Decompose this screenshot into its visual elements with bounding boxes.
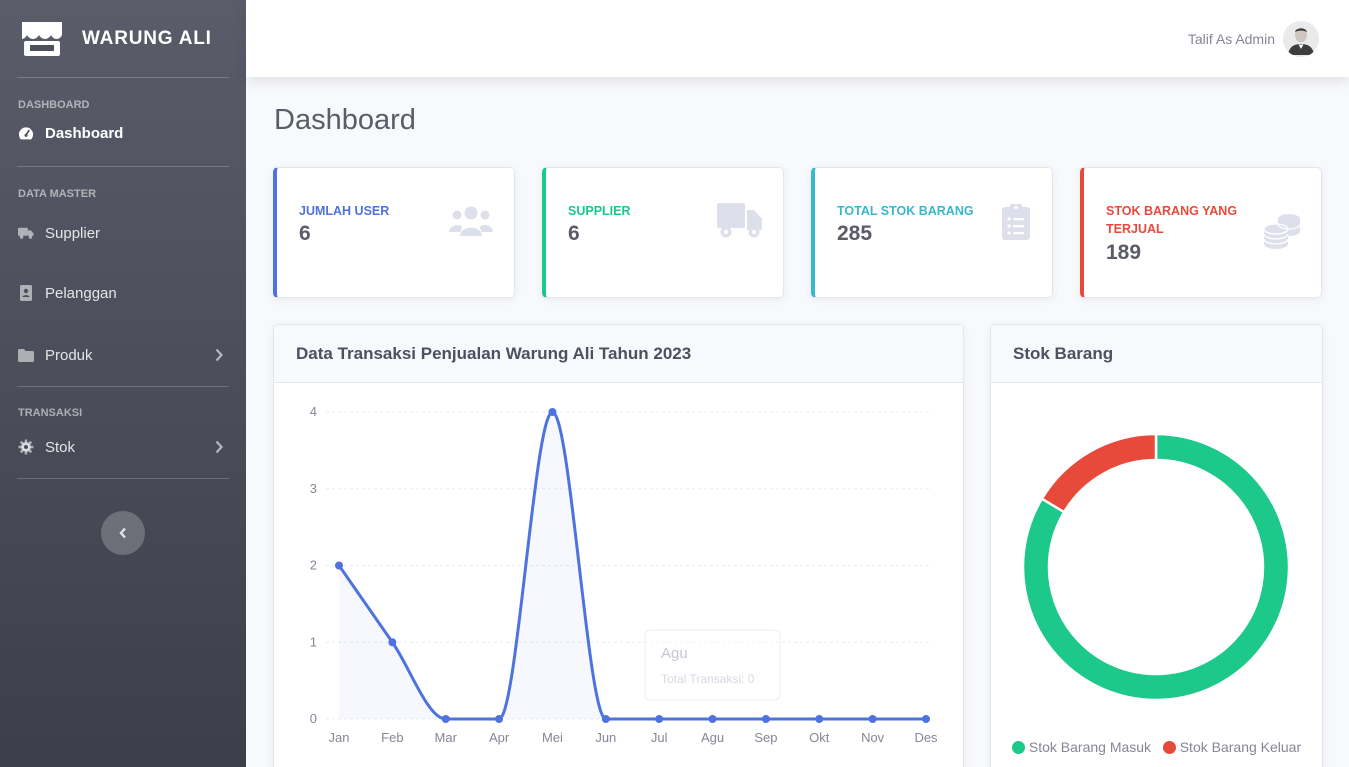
sidebar-item-produk[interactable]: Produk — [0, 324, 246, 386]
x-tick-label: Mar — [435, 730, 458, 745]
brand[interactable]: WARUNG ALI — [0, 0, 246, 77]
y-tick-label: 4 — [310, 404, 317, 419]
x-tick-label: Okt — [809, 730, 830, 745]
user-avatar-icon — [1283, 20, 1319, 57]
x-tick-label: Sep — [754, 730, 777, 745]
donut-slice[interactable] — [1040, 432, 1158, 514]
y-tick-label: 2 — [310, 558, 317, 573]
data-point[interactable] — [495, 715, 504, 723]
line-chart: 0 1 2 3 4 Jan Feb Mar Apr Mei Jun Jul Agu Sep Okt Nov D… — [310, 404, 938, 745]
sidebar-item-stok[interactable]: Stok — [0, 419, 246, 475]
stat-card-jumlah-user: JUMLAH USER 6 — [273, 167, 515, 298]
chevron-left-icon — [119, 527, 126, 539]
sidebar-item-label: Pelanggan — [45, 284, 117, 302]
data-point[interactable] — [335, 561, 343, 570]
folder-icon — [18, 347, 34, 363]
data-point[interactable] — [868, 715, 877, 723]
sidebar-item-label: Produk — [45, 346, 93, 364]
sidebar-item-dashboard[interactable]: Dashboard — [0, 111, 246, 155]
data-point[interactable] — [601, 715, 610, 723]
donut-chart — [1021, 432, 1291, 702]
chevron-right-icon — [215, 440, 223, 454]
data-point[interactable] — [922, 715, 930, 723]
chart-tooltip: Agu Total Transaksi: 0 — [644, 629, 781, 701]
sidebar-item-label: Dashboard — [45, 124, 124, 142]
users-icon — [449, 206, 493, 236]
stat-value: 6 — [299, 222, 311, 245]
topbar: Talif As Admin — [246, 0, 1349, 77]
clipboard-list-icon — [1002, 204, 1030, 240]
sales-chart-card: Data Transaksi Penjualan Warung Ali Tahu… — [273, 324, 964, 767]
legend-item-masuk[interactable]: Stok Barang Masuk — [1011, 739, 1152, 755]
x-tick-label: Nov — [861, 730, 885, 745]
y-tick-label: 0 — [310, 711, 317, 726]
data-point[interactable] — [708, 715, 717, 723]
store-icon — [22, 21, 62, 56]
stat-value: 189 — [1106, 241, 1142, 264]
stock-chart-title: Stok Barang — [991, 325, 1322, 383]
sidebar-divider — [17, 386, 229, 387]
sidebar-item-label: Supplier — [45, 224, 101, 242]
sidebar-divider — [17, 166, 229, 167]
x-tick-label: Des — [914, 730, 938, 745]
stat-card-supplier: SUPPLIER 6 — [542, 167, 784, 298]
sidebar-divider — [17, 77, 229, 78]
stat-label: SUPPLIER — [568, 204, 631, 218]
x-tick-label: Jun — [595, 730, 616, 745]
x-tick-label: Agu — [701, 730, 724, 745]
stock-chart-card: Stok Barang Stok Barang Masuk Stok Baran… — [990, 324, 1323, 767]
stat-label: TOTAL STOK BARANG — [837, 204, 974, 218]
data-point[interactable] — [441, 715, 450, 723]
sidebar: WARUNG ALI DASHBOARD Dashboard DATA MAST… — [0, 0, 246, 767]
stat-card-stok-terjual: STOK BARANG YANG TERJUAL 189 — [1080, 167, 1322, 298]
sidebar-item-pelanggan[interactable]: Pelanggan — [0, 262, 246, 324]
tooltip-title: Agu — [661, 645, 688, 662]
sidebar-item-label: Stok — [45, 438, 76, 456]
legend-label: Stok Barang Masuk — [1028, 739, 1152, 755]
brand-name: WARUNG ALI — [82, 27, 212, 49]
stat-label: JUMLAH USER — [299, 204, 390, 218]
heading-data-master: DATA MASTER — [18, 188, 97, 200]
legend-label: Stok Barang Keluar — [1179, 739, 1302, 755]
tachometer-icon — [18, 125, 34, 141]
x-tick-label: Mei — [542, 730, 563, 745]
x-tick-label: Jul — [651, 730, 668, 745]
stat-value: 6 — [568, 222, 580, 245]
heading-dashboard: DASHBOARD — [18, 99, 90, 111]
heading-transaksi: TRANSAKSI — [18, 407, 83, 419]
y-tick-label: 3 — [310, 481, 317, 496]
data-point[interactable] — [655, 715, 664, 723]
user-name[interactable]: Talif As Admin — [1188, 31, 1275, 47]
stat-label: STOK BARANG YANG TERJUAL — [1106, 204, 1238, 236]
x-tick-label: Jan — [329, 730, 350, 745]
sales-chart-title: Data Transaksi Penjualan Warung Ali Tahu… — [274, 325, 963, 383]
chevron-right-icon — [215, 348, 223, 362]
coins-icon — [1263, 214, 1301, 249]
stat-card-total-stok: TOTAL STOK BARANG 285 — [811, 167, 1053, 298]
y-tick-label: 1 — [310, 634, 317, 649]
gear-icon — [18, 439, 34, 455]
donut-legend: Stok Barang Masuk Stok Barang Keluar — [991, 737, 1322, 757]
address-book-icon — [18, 285, 34, 301]
sidebar-divider — [17, 478, 229, 479]
x-tick-label: Apr — [489, 730, 510, 745]
stat-value: 285 — [837, 222, 873, 245]
truck-icon — [717, 203, 762, 238]
avatar[interactable] — [1283, 20, 1319, 57]
tooltip-body: Total Transaksi: 0 — [661, 672, 755, 686]
legend-color — [1011, 741, 1025, 754]
truck-icon — [18, 225, 34, 241]
x-tick-label: Feb — [381, 730, 403, 745]
legend-item-keluar[interactable]: Stok Barang Keluar — [1162, 739, 1302, 755]
sidebar-item-supplier[interactable]: Supplier — [0, 204, 246, 262]
legend-color — [1162, 741, 1176, 754]
sidebar-toggle-button[interactable] — [101, 511, 145, 555]
data-point[interactable] — [815, 715, 824, 723]
data-point[interactable] — [388, 638, 397, 647]
data-point[interactable] — [548, 408, 557, 416]
data-point[interactable] — [761, 715, 770, 723]
page-title: Dashboard — [274, 104, 416, 136]
